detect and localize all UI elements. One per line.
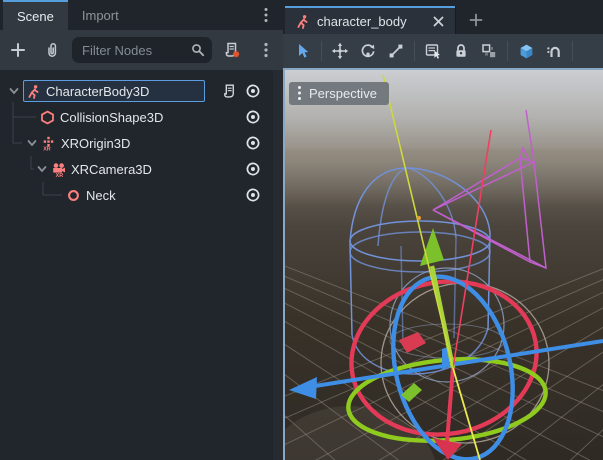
group-button[interactable]	[475, 38, 503, 64]
node-label: CollisionShape3D	[60, 110, 163, 125]
close-icon[interactable]	[432, 15, 445, 28]
snap-icon	[545, 42, 563, 60]
snap-toggle[interactable]	[540, 38, 568, 64]
rotate-tool-icon	[359, 42, 377, 60]
marker-ring-icon	[66, 188, 81, 203]
tree-row-neck[interactable]: Neck	[0, 182, 273, 208]
node-label: Neck	[86, 188, 116, 203]
move-tool-button[interactable]	[326, 38, 354, 64]
dock-tab-bar: Scene Import	[0, 0, 283, 30]
move-tool-icon	[331, 42, 349, 60]
tree-row-characterbody3d[interactable]: CharacterBody3D	[0, 78, 273, 104]
scale-tool-button[interactable]	[382, 38, 410, 64]
character-body-3d-icon	[26, 84, 41, 99]
svg-text:XR: XR	[43, 146, 51, 150]
list-select-icon	[424, 42, 442, 60]
lock-icon	[452, 42, 470, 60]
scene-dock-toolbar	[0, 30, 283, 70]
scene-tab-label: character_body	[317, 14, 425, 29]
main-viewport-panel: character_body	[283, 0, 603, 460]
eye-icon[interactable]	[245, 161, 261, 177]
tree-row-xrorigin3d[interactable]: XR XROrigin3D	[0, 130, 273, 156]
local-space-toggle[interactable]	[512, 38, 540, 64]
collision-shape-3d-icon	[40, 110, 55, 125]
viewport-3d[interactable]: Perspective	[283, 68, 603, 460]
character-body-3d-icon	[295, 14, 310, 29]
select-tool-icon	[294, 42, 312, 60]
attach-script-button[interactable]	[220, 38, 244, 62]
eye-icon[interactable]	[245, 83, 261, 99]
node-label: CharacterBody3D	[46, 84, 149, 99]
perspective-dots-icon	[297, 85, 302, 101]
perspective-label: Perspective	[309, 86, 377, 101]
svg-text:XR: XR	[56, 172, 64, 176]
viewport-3d-scene	[285, 70, 603, 460]
dock-menu-dots-icon[interactable]	[259, 0, 283, 30]
select-tool-button[interactable]	[289, 38, 317, 64]
chevron-down-icon[interactable]	[36, 163, 48, 175]
toolbar-separator	[414, 41, 415, 61]
eye-icon[interactable]	[245, 187, 261, 203]
scene-tree-menu-dots-icon[interactable]	[254, 38, 278, 62]
tab-import[interactable]: Import	[68, 0, 133, 30]
viewport-toolbar	[283, 34, 603, 68]
group-icon	[480, 42, 498, 60]
scene-tab-bar: character_body	[283, 0, 603, 34]
chevron-down-icon[interactable]	[8, 85, 20, 97]
perspective-menu-button[interactable]: Perspective	[289, 82, 389, 105]
local-space-icon	[517, 42, 536, 61]
eye-icon[interactable]	[245, 135, 261, 151]
xr-camera-3d-icon: XR	[51, 162, 66, 177]
scale-tool-icon	[387, 42, 405, 60]
tab-scene[interactable]: Scene	[3, 0, 68, 30]
toolbar-separator	[507, 41, 508, 61]
rotate-tool-button[interactable]	[354, 38, 382, 64]
eye-icon[interactable]	[245, 109, 261, 125]
search-icon	[190, 42, 206, 63]
selected-node-box: CharacterBody3D	[23, 80, 205, 102]
lock-button[interactable]	[447, 38, 475, 64]
godot-editor: Scene Import	[0, 0, 603, 460]
add-node-button[interactable]	[6, 38, 30, 62]
instance-scene-button[interactable]	[40, 38, 64, 62]
scene-tree: CharacterBody3D CollisionShape3D	[0, 70, 273, 460]
filter-nodes-box	[72, 37, 212, 63]
chevron-down-icon[interactable]	[26, 137, 38, 149]
tree-row-xrcamera3d[interactable]: XR XRCamera3D	[0, 156, 273, 182]
script-icon[interactable]	[222, 83, 237, 99]
list-select-button[interactable]	[419, 38, 447, 64]
node-label: XRCamera3D	[71, 162, 152, 177]
camera-origin-point	[417, 216, 421, 220]
node-label: XROrigin3D	[61, 136, 130, 151]
toolbar-separator	[572, 41, 573, 61]
xr-origin-3d-icon: XR	[41, 136, 56, 151]
tab-divider	[455, 6, 456, 34]
scene-dock: Scene Import	[0, 0, 283, 460]
toolbar-separator	[321, 41, 322, 61]
tree-row-collisionshape3d[interactable]: CollisionShape3D	[0, 104, 273, 130]
new-scene-tab-button[interactable]	[468, 6, 484, 34]
tab-character-body[interactable]: character_body	[285, 6, 455, 34]
